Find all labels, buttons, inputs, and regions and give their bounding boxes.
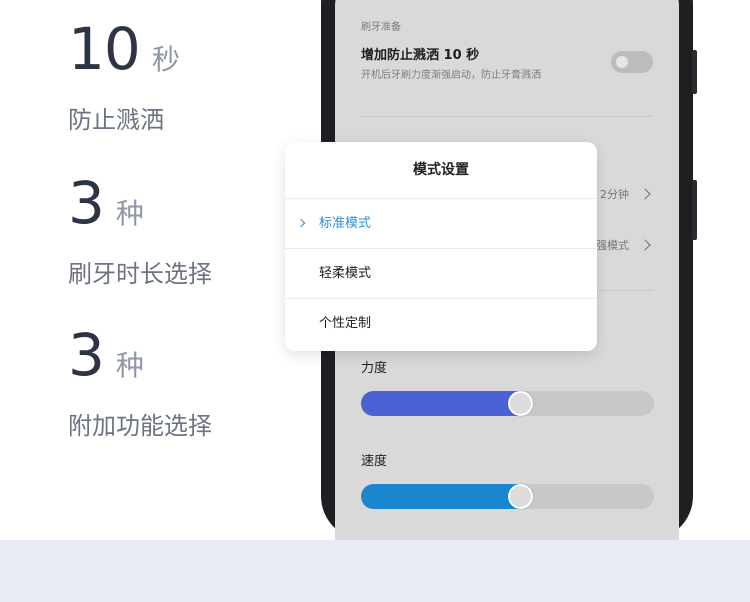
feature-duration: 3 种 刷牙时长选择 [68, 174, 212, 289]
toggle-knob [616, 56, 628, 68]
bottom-band [0, 540, 750, 602]
feature-description: 附加功能选择 [68, 412, 212, 440]
chevron-right-icon[interactable] [639, 188, 651, 200]
duration-value: 2分钟 [600, 188, 629, 201]
modal-title: 模式设置 [413, 162, 469, 178]
mode-option-label: 轻柔模式 [319, 266, 372, 281]
feature-extra: 3 种 附加功能选择 [68, 326, 212, 441]
feature-unit: 种 [115, 197, 144, 230]
section-label: 刷牙准备 [361, 22, 401, 33]
strength-label: 力度 [361, 361, 388, 376]
splash-toggle[interactable] [611, 51, 653, 73]
phone-side-button [692, 50, 697, 94]
speed-label: 速度 [361, 454, 388, 469]
strength-slider-thumb[interactable] [508, 391, 533, 416]
speed-slider-thumb[interactable] [508, 484, 533, 509]
feature-unit: 种 [115, 349, 144, 382]
feature-unit: 秒 [151, 43, 180, 76]
feature-description: 防止溅洒 [68, 106, 164, 134]
mode-option-standard[interactable]: 标准模式 [285, 199, 597, 249]
splash-setting-subtitle: 开机后牙刷力度渐强启动，防止牙膏溅洒 [361, 70, 541, 81]
phone-side-button [692, 180, 697, 240]
chevron-right-icon[interactable] [639, 239, 651, 251]
mode-option-gentle[interactable]: 轻柔模式 [285, 249, 597, 299]
feature-number: 3 [68, 321, 105, 389]
feature-splash: 10 秒 防止溅洒 [68, 20, 180, 135]
strength-slider[interactable] [361, 391, 654, 416]
feature-description: 刷牙时长选择 [68, 260, 212, 288]
mode-option-label: 个性定制 [319, 316, 372, 331]
mode-settings-modal: 模式设置 标准模式 轻柔模式 个性定制 [285, 142, 597, 351]
chevron-right-icon [296, 218, 306, 228]
mode-option-label: 标准模式 [319, 216, 372, 231]
splash-setting-title: 增加防止溅洒 10 秒 [361, 48, 480, 63]
divider [361, 116, 653, 117]
speed-slider[interactable] [361, 484, 654, 509]
feature-number: 10 [68, 15, 141, 83]
feature-number: 3 [68, 169, 105, 237]
mode-option-custom[interactable]: 个性定制 [285, 299, 597, 349]
mode-value: 强模式 [596, 239, 629, 252]
